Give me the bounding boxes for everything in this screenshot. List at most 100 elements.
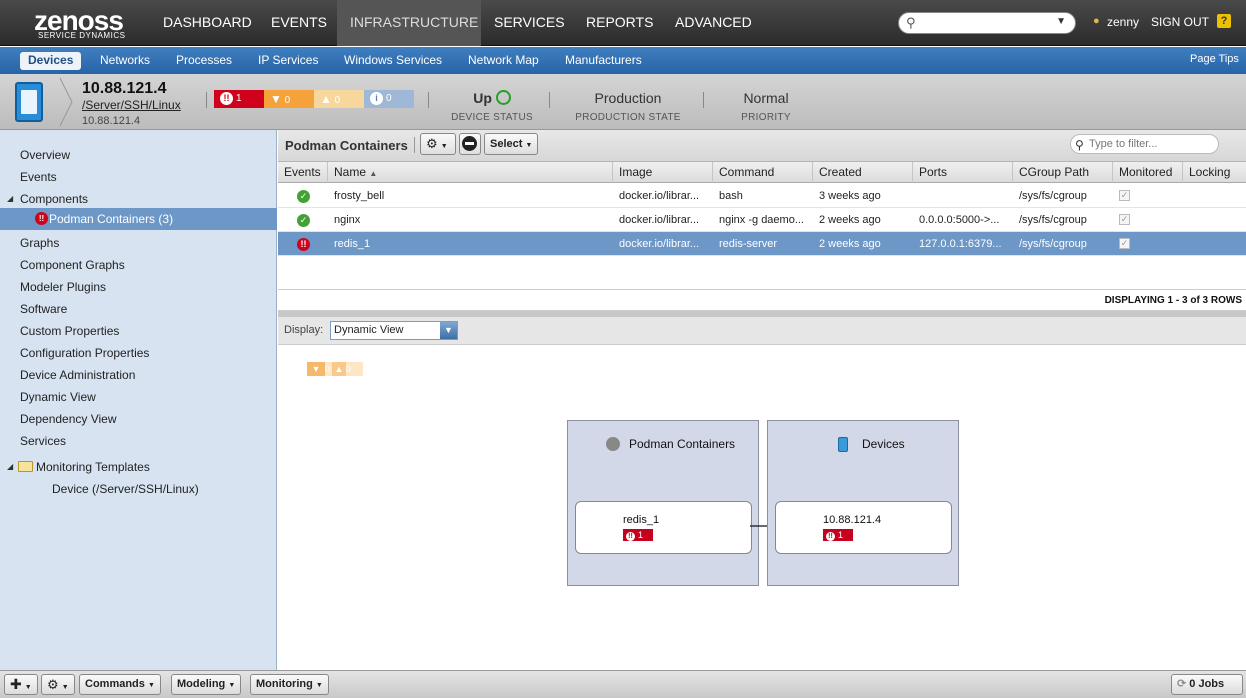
sign-out-link[interactable]: SIGN OUT bbox=[1151, 15, 1209, 29]
gear-menu-button[interactable]: ⚙ ▼ bbox=[420, 133, 456, 155]
dynamic-view-node-redis[interactable]: redis_1 !! 1 bbox=[575, 501, 752, 554]
production-state-label: PRODUCTION STATE bbox=[575, 112, 681, 123]
nav-modeler-plugins[interactable]: Modeler Plugins bbox=[20, 280, 106, 294]
display-view-select[interactable]: Dynamic View ▼ bbox=[330, 321, 458, 340]
priority-value[interactable]: Normal bbox=[726, 90, 806, 106]
subnav-manufacturers[interactable]: Manufacturers bbox=[552, 47, 655, 74]
dynamic-view-node-device[interactable]: 10.88.121.4 !! 1 bbox=[775, 501, 952, 554]
monitored-checkbox[interactable]: ✓ bbox=[1119, 190, 1130, 201]
col-ports[interactable]: Ports bbox=[913, 162, 1013, 183]
device-title: 10.88.121.4 bbox=[82, 80, 167, 97]
nav-software[interactable]: Software bbox=[20, 302, 67, 316]
nav-component-graphs[interactable]: Component Graphs bbox=[20, 258, 125, 272]
production-state-value[interactable]: Production bbox=[568, 90, 688, 106]
nav-configuration-properties[interactable]: Configuration Properties bbox=[20, 346, 149, 360]
row-name: nginx bbox=[334, 214, 361, 226]
row-created: 2 weeks ago bbox=[819, 238, 881, 250]
commands-button[interactable]: Commands ▼ bbox=[79, 674, 161, 695]
monitored-checkbox[interactable]: ✓ bbox=[1119, 238, 1130, 249]
col-cgroup-path[interactable]: CGroup Path bbox=[1013, 162, 1113, 183]
nav-advanced[interactable]: ADVANCED bbox=[662, 0, 765, 46]
critical-icon: !! bbox=[220, 92, 233, 105]
table-row[interactable]: ✓ frosty_bell docker.io/librar... bash 3… bbox=[278, 184, 1246, 208]
col-image[interactable]: Image bbox=[613, 162, 713, 183]
modeling-button[interactable]: Modeling ▼ bbox=[171, 674, 242, 695]
nav-custom-properties[interactable]: Custom Properties bbox=[20, 324, 119, 338]
display-label: Display: bbox=[284, 324, 324, 336]
sort-asc-icon: ▲ bbox=[369, 169, 378, 178]
nav-events-item[interactable]: Events bbox=[20, 170, 57, 184]
device-class-link[interactable]: /Server/SSH/Linux bbox=[82, 98, 181, 112]
subnav-devices[interactable]: Devices bbox=[20, 52, 82, 70]
nav-podman-containers[interactable]: !! Podman Containers (3) bbox=[0, 208, 277, 230]
event-error-count[interactable]: ▼ 0 bbox=[264, 90, 314, 108]
subnav-networks[interactable]: Networks bbox=[87, 47, 163, 74]
expand-triangle-icon[interactable]: ◢ bbox=[7, 194, 13, 203]
event-warning-count[interactable]: ▲ 0 bbox=[314, 90, 364, 108]
monitored-checkbox[interactable]: ✓ bbox=[1119, 214, 1130, 225]
add-device-button[interactable]: ✚ ▼ bbox=[4, 674, 38, 695]
chevron-down-icon: ▼ bbox=[525, 142, 533, 149]
subnav-network-map[interactable]: Network Map bbox=[455, 47, 552, 74]
nav-events[interactable]: EVENTS bbox=[258, 0, 340, 46]
subnav-processes[interactable]: Processes bbox=[163, 47, 245, 74]
event-info-count[interactable]: i0 bbox=[364, 90, 414, 108]
node-label: redis_1 bbox=[623, 514, 660, 526]
nav-infrastructure[interactable]: INFRASTRUCTURE bbox=[337, 0, 481, 46]
warning-icon: ▲ bbox=[320, 92, 332, 106]
group-label: Podman Containers bbox=[629, 437, 736, 451]
group-label: Devices bbox=[862, 437, 905, 451]
device-header: 10.88.121.4 /Server/SSH/Linux 10.88.121.… bbox=[0, 74, 1246, 130]
nav-reports[interactable]: REPORTS bbox=[573, 0, 666, 46]
row-command: nginx -g daemo... bbox=[719, 214, 804, 226]
nav-graphs[interactable]: Graphs bbox=[20, 236, 59, 250]
zenoss-logo[interactable]: zenoss SERVICE DYNAMICS bbox=[12, 3, 152, 43]
col-events[interactable]: Events bbox=[278, 162, 328, 183]
monitoring-button[interactable]: Monitoring ▼ bbox=[250, 674, 329, 695]
dynamic-view-group-devices: Devices 10.88.121.4 !! 1 bbox=[767, 420, 959, 586]
page-tips-link[interactable]: Page Tips bbox=[1190, 47, 1239, 72]
nav-dashboard[interactable]: DASHBOARD bbox=[150, 0, 265, 46]
table-row[interactable]: ✓ nginx docker.io/librar... nginx -g dae… bbox=[278, 208, 1246, 232]
table-row[interactable]: !! redis_1 docker.io/librar... redis-ser… bbox=[278, 232, 1246, 256]
nav-device-template[interactable]: Device (/Server/SSH/Linux) bbox=[52, 482, 199, 496]
col-name[interactable]: Name ▲ bbox=[328, 162, 613, 183]
subnav-windows-services[interactable]: Windows Services bbox=[331, 47, 455, 74]
chevron-down-icon: ▼ bbox=[147, 682, 155, 689]
nav-overview[interactable]: Overview bbox=[20, 148, 70, 162]
help-icon[interactable]: ? bbox=[1217, 14, 1231, 28]
component-event-summary[interactable]: ▼ 0 ▲ 0 bbox=[307, 362, 363, 376]
col-created[interactable]: Created bbox=[813, 162, 913, 183]
subnav-ip-services[interactable]: IP Services bbox=[245, 47, 331, 74]
col-monitored[interactable]: Monitored bbox=[1113, 162, 1183, 183]
chevron-down-icon: ▼ bbox=[228, 682, 236, 689]
chevron-down-icon[interactable]: ▼ bbox=[1056, 16, 1066, 27]
col-locking[interactable]: Locking bbox=[1183, 162, 1246, 183]
jobs-button[interactable]: ⟳ 0 Jobs bbox=[1171, 674, 1243, 695]
row-cgroup: /sys/fs/cgroup bbox=[1019, 238, 1087, 250]
row-image: docker.io/librar... bbox=[619, 190, 700, 202]
nav-components[interactable]: Components bbox=[20, 192, 88, 206]
nav-services[interactable]: SERVICES bbox=[481, 0, 578, 46]
status-ok-icon: ✓ bbox=[297, 190, 310, 203]
pager-text: DISPLAYING 1 - 3 of 3 ROWS bbox=[1104, 295, 1242, 306]
row-image: docker.io/librar... bbox=[619, 238, 700, 250]
select-menu-button[interactable]: Select ▼ bbox=[484, 133, 539, 155]
nav-monitoring-templates[interactable]: Monitoring Templates bbox=[36, 460, 150, 474]
remove-button[interactable] bbox=[459, 133, 481, 155]
nav-dynamic-view[interactable]: Dynamic View bbox=[20, 390, 96, 404]
user-name[interactable]: zenny bbox=[1107, 15, 1139, 29]
nav-services-item[interactable]: Services bbox=[20, 434, 66, 448]
panel-title: Podman Containers bbox=[285, 138, 408, 153]
filter-input[interactable]: ⚲ Type to filter... bbox=[1070, 134, 1219, 154]
warning-icon: ▲ bbox=[332, 362, 347, 376]
col-command[interactable]: Command bbox=[713, 162, 813, 183]
expand-triangle-icon[interactable]: ◢ bbox=[7, 462, 13, 471]
bottom-gear-button[interactable]: ⚙ ▼ bbox=[41, 674, 75, 695]
global-search-input[interactable]: ⚲ ▼ bbox=[898, 12, 1076, 34]
nav-device-administration[interactable]: Device Administration bbox=[20, 368, 135, 382]
nav-dependency-view[interactable]: Dependency View bbox=[20, 412, 117, 426]
event-critical-count[interactable]: !! 1 bbox=[214, 90, 264, 108]
header-separator-chevron bbox=[59, 77, 73, 127]
dynamic-view-group-podman: Podman Containers redis_1 !! 1 bbox=[567, 420, 759, 586]
